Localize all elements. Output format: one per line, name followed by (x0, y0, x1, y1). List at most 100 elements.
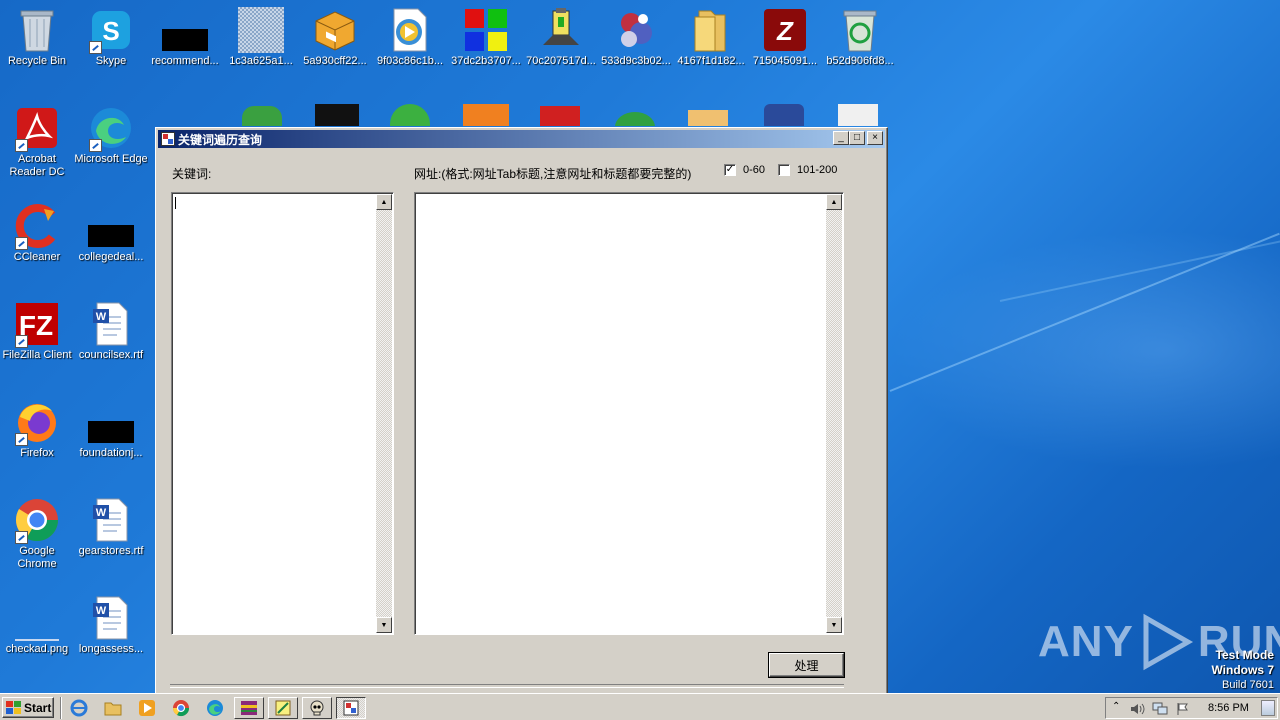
action-center-flag-icon[interactable] (1176, 702, 1190, 716)
desktop-icon-70c207517d[interactable]: 70c207517d... (524, 2, 598, 82)
desktop-icon-label: collegedeal... (78, 251, 144, 263)
color-blocks-icon (465, 9, 507, 51)
skull-task[interactable] (302, 697, 332, 719)
start-button[interactable]: Start (2, 697, 54, 718)
desktop-icon-label: 1c3a625a1... (229, 55, 293, 67)
desktop-icon-recycle-bin[interactable]: Recycle Bin (0, 2, 74, 82)
recycle-bin-icon (20, 10, 54, 52)
folder-icon (694, 10, 726, 52)
scroll-down-arrow-icon[interactable]: ▼ (826, 617, 842, 633)
desktop-icon-longassess[interactable]: W longassess... (74, 590, 148, 670)
window-titlebar[interactable]: 关键词遍历查询 (158, 130, 885, 148)
edge-icon[interactable] (204, 698, 226, 718)
desktop-icon-label: 9f03c86c1b... (376, 55, 444, 67)
word-document-icon: W (93, 498, 128, 542)
show-desktop-button[interactable] (1261, 700, 1275, 716)
word-document-icon: W (93, 596, 128, 640)
desktop-icon-label: 4167f1d182... (677, 55, 745, 67)
desktop-icon-checkad[interactable]: checkad.png (0, 590, 74, 670)
checkbox-checked-icon: ✓ (724, 164, 736, 176)
desktop-icon-b52d906fd8[interactable]: b52d906fd8... (823, 2, 897, 82)
package-icon (315, 11, 355, 51)
keyword-textarea[interactable]: ▲ ▼ (171, 192, 394, 635)
desktop-icon-715045091[interactable]: Z 715045091... (748, 2, 822, 82)
test-mode-notice: Test Mode Windows 7 Build 7601 (1211, 648, 1274, 692)
desktop-icon-5a930cff22[interactable]: 5a930cff22... (298, 2, 372, 82)
checkbox-unchecked-icon (778, 164, 790, 176)
desktop-icon-label: councilsex.rtf (78, 349, 144, 361)
desktop-icon-label: 5a930cff22... (303, 55, 367, 67)
network-icon[interactable] (1152, 702, 1168, 716)
desktop-icon-label: Recycle Bin (7, 55, 67, 67)
desktop-icon-label: longassess... (78, 643, 144, 655)
scroll-down-arrow-icon[interactable]: ▼ (376, 617, 392, 633)
explorer-icon[interactable] (102, 698, 124, 718)
desktop-icon-label: Google Chrome (17, 545, 57, 570)
desktop-icon-4167f1d182[interactable]: 4167f1d182... (674, 2, 748, 82)
desktop-icon-label: Acrobat Reader DC (9, 153, 65, 178)
url-scrollbar[interactable]: ▲ ▼ (826, 194, 842, 633)
tray-expand-icon[interactable]: ⌃ (1112, 701, 1120, 712)
desktop-icon-collegedeal[interactable]: collegedeal... (74, 198, 148, 278)
desktop-icon-acrobat[interactable]: Acrobat Reader DC (0, 100, 74, 180)
volume-icon[interactable] (1130, 702, 1146, 716)
desktop-icon-gearstores[interactable]: W gearstores.rtf (74, 492, 148, 572)
recycle-full-icon (843, 10, 877, 52)
scroll-up-arrow-icon[interactable]: ▲ (826, 194, 842, 210)
notepad-task[interactable] (268, 697, 298, 719)
clock[interactable]: 8:56 PM (1208, 702, 1249, 714)
desktop-icon-recommend[interactable]: recommend... (148, 2, 222, 82)
desktop-icon-skype[interactable]: S Skype (74, 2, 148, 82)
os-text: Windows 7 (1211, 663, 1274, 677)
desktop-icon-label: recommend... (151, 55, 219, 67)
winrar-icon (241, 701, 257, 715)
word-document-icon: W (93, 302, 128, 346)
desktop-icon-label: foundationj... (79, 447, 143, 459)
checkbox-101-200-label: 101-200 (797, 164, 838, 176)
status-divider (170, 684, 844, 688)
desktop-icon-ccleaner[interactable]: CCleaner (0, 198, 74, 278)
checkbox-0-60[interactable]: ✓ 0-60 (724, 164, 765, 176)
taskbar-separator (60, 697, 62, 719)
scroll-up-arrow-icon[interactable]: ▲ (376, 194, 392, 210)
play-logo-icon (1143, 613, 1193, 671)
url-textarea[interactable]: ▲ ▼ (414, 192, 844, 635)
chrome-icon[interactable] (170, 698, 192, 718)
keyword-query-window: 关键词遍历查询 _ □ × 关键词: 网址:(格式:网址Tab标题,注意网址和标… (155, 127, 888, 702)
desktop-icon-label: FileZilla Client (2, 349, 72, 361)
desktop-icon-label: Microsoft Edge (74, 153, 148, 165)
build-text: Build 7601 (1222, 679, 1274, 691)
start-label: Start (24, 700, 52, 715)
process-button[interactable]: 处理 (769, 653, 844, 677)
desktop-icon-filezilla[interactable]: FZ FileZilla Client (0, 296, 74, 376)
test-mode-text: Test Mode (1215, 648, 1274, 662)
maximize-button[interactable]: □ (849, 131, 865, 145)
text-caret (175, 197, 176, 209)
minimize-button[interactable]: _ (833, 131, 849, 145)
jumble-icon (621, 13, 652, 47)
desktop-icon-label: 70c207517d... (526, 55, 596, 67)
desktop-icon-9f03c86c1b[interactable]: 9f03c86c1b... (373, 2, 447, 82)
keyword-scrollbar[interactable]: ▲ ▼ (376, 194, 392, 633)
svg-text:S: S (102, 16, 119, 46)
winrar-task[interactable] (234, 697, 264, 719)
ie-icon[interactable] (68, 698, 90, 718)
windows-flag-icon (6, 700, 22, 715)
desktop-icon-label: 533d9c3b02... (601, 55, 671, 67)
checkbox-101-200[interactable]: 101-200 (778, 164, 837, 176)
keyword-query-task[interactable] (336, 697, 366, 719)
desktop-icon-1c3a625a1[interactable]: 1c3a625a1... (224, 2, 298, 82)
svg-text:W: W (96, 311, 107, 323)
desktop-icon-37dc2b3707[interactable]: 37dc2b3707... (449, 2, 523, 82)
media-player-icon[interactable] (136, 698, 158, 718)
close-button[interactable]: × (867, 131, 883, 145)
desktop-icon-foundationj[interactable]: foundationj... (74, 394, 148, 474)
desktop-icon-chrome[interactable]: Google Chrome (0, 492, 74, 572)
wallpaper-glow (890, 230, 1280, 470)
desktop-icon-label: checkad.png (5, 643, 69, 655)
desktop-icon-edge[interactable]: Microsoft Edge (74, 100, 148, 180)
desktop-icon-firefox[interactable]: Firefox (0, 394, 74, 474)
desktop-icon-533d9c3b02[interactable]: 533d9c3b02... (599, 2, 673, 82)
noise-image-icon (238, 7, 284, 53)
desktop-icon-councilsex[interactable]: W councilsex.rtf (74, 296, 148, 376)
